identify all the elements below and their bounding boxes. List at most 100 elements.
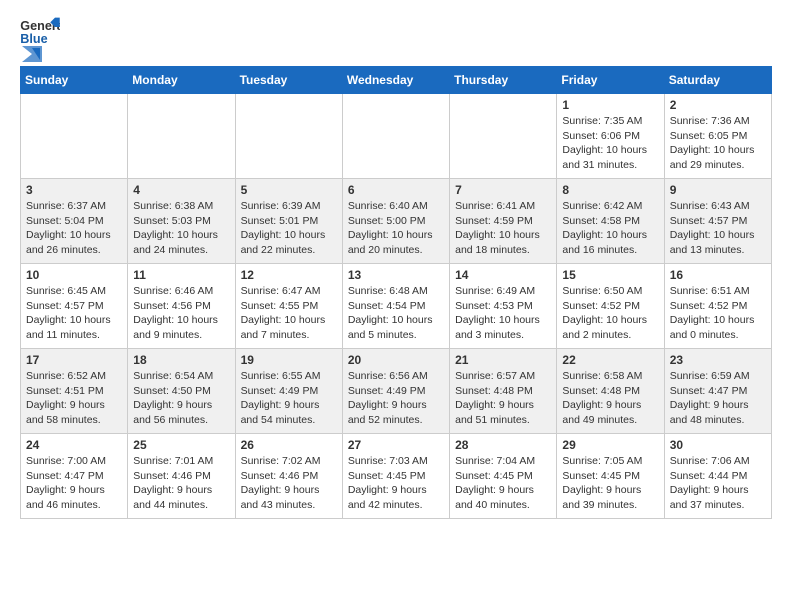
day-number: 4 bbox=[133, 183, 229, 197]
day-number: 15 bbox=[562, 268, 658, 282]
day-info: Sunrise: 6:58 AM Sunset: 4:48 PM Dayligh… bbox=[562, 369, 658, 428]
calendar-cell bbox=[21, 94, 128, 179]
calendar-cell: 25Sunrise: 7:01 AM Sunset: 4:46 PM Dayli… bbox=[128, 434, 235, 519]
day-number: 17 bbox=[26, 353, 122, 367]
day-number: 20 bbox=[348, 353, 444, 367]
page-header: General Blue bbox=[20, 16, 772, 58]
day-info: Sunrise: 7:04 AM Sunset: 4:45 PM Dayligh… bbox=[455, 454, 551, 513]
calendar-cell: 1 Sunrise: 7:35 AM Sunset: 6:06 PM Daylig… bbox=[557, 94, 664, 179]
day-number: 23 bbox=[670, 353, 766, 367]
day-info: Sunrise: 7:06 AM Sunset: 4:44 PM Dayligh… bbox=[670, 454, 766, 513]
calendar-cell: 30 Sunrise: 7:06 AM Sunset: 4:44 PM Dayli… bbox=[664, 434, 771, 519]
logo-icon: General Blue bbox=[20, 16, 60, 46]
day-info: Sunrise: 6:47 AM Sunset: 4:55 PM Dayligh… bbox=[241, 284, 337, 343]
day-info: Sunrise: 6:39 AM Sunset: 5:01 PM Dayligh… bbox=[241, 199, 337, 258]
day-number: 27 bbox=[348, 438, 444, 452]
calendar-cell: 28 Sunrise: 7:04 AM Sunset: 4:45 PM Dayli… bbox=[450, 434, 557, 519]
calendar-cell: 10 Sunrise: 6:45 AM Sunset: 4:57 PM Dayli… bbox=[21, 264, 128, 349]
day-info: Sunrise: 6:43 AM Sunset: 4:57 PM Dayligh… bbox=[670, 199, 766, 258]
calendar-cell bbox=[235, 94, 342, 179]
day-info: Sunrise: 7:35 AM Sunset: 6:06 PM Dayligh… bbox=[562, 114, 658, 173]
calendar-cell: 11 Sunrise: 6:46 AM Sunset: 4:56 PM Dayli… bbox=[128, 264, 235, 349]
calendar-cell: 5 Sunrise: 6:39 AM Sunset: 5:01 PM Daylig… bbox=[235, 179, 342, 264]
calendar-cell: 12 Sunrise: 6:47 AM Sunset: 4:55 PM Dayli… bbox=[235, 264, 342, 349]
calendar-cell: 13 Sunrise: 6:48 AM Sunset: 4:54 PM Dayli… bbox=[342, 264, 449, 349]
day-info: Sunrise: 6:52 AM Sunset: 4:51 PM Dayligh… bbox=[26, 369, 122, 428]
day-info: Sunrise: 6:55 AM Sunset: 4:49 PM Dayligh… bbox=[241, 369, 337, 428]
calendar-cell: 3 Sunrise: 6:37 AM Sunset: 5:04 PM Daylig… bbox=[21, 179, 128, 264]
day-number: 21 bbox=[455, 353, 551, 367]
day-info: Sunrise: 6:37 AM Sunset: 5:04 PM Dayligh… bbox=[26, 199, 122, 258]
day-number: 29 bbox=[562, 438, 658, 452]
day-info: Sunrise: 7:36 AM Sunset: 6:05 PM Dayligh… bbox=[670, 114, 766, 173]
day-number: 28 bbox=[455, 438, 551, 452]
calendar-cell: 8 Sunrise: 6:42 AM Sunset: 4:58 PM Daylig… bbox=[557, 179, 664, 264]
day-number: 1 bbox=[562, 98, 658, 112]
calendar-cell: 2 Sunrise: 7:36 AM Sunset: 6:05 PM Daylig… bbox=[664, 94, 771, 179]
day-info: Sunrise: 6:48 AM Sunset: 4:54 PM Dayligh… bbox=[348, 284, 444, 343]
day-header-friday: Friday bbox=[557, 67, 664, 94]
day-info: Sunrise: 6:46 AM Sunset: 4:56 PM Dayligh… bbox=[133, 284, 229, 343]
calendar-cell: 29 Sunrise: 7:05 AM Sunset: 4:45 PM Dayli… bbox=[557, 434, 664, 519]
day-info: Sunrise: 6:41 AM Sunset: 4:59 PM Dayligh… bbox=[455, 199, 551, 258]
day-number: 3 bbox=[26, 183, 122, 197]
calendar-cell: 14Sunrise: 6:49 AM Sunset: 4:53 PM Dayli… bbox=[450, 264, 557, 349]
logo: General Blue bbox=[20, 16, 60, 58]
day-info: Sunrise: 6:38 AM Sunset: 5:03 PM Dayligh… bbox=[133, 199, 229, 258]
calendar-cell: 20 Sunrise: 6:56 AM Sunset: 4:49 PM Dayli… bbox=[342, 349, 449, 434]
day-number: 18 bbox=[133, 353, 229, 367]
calendar-cell bbox=[128, 94, 235, 179]
calendar-cell: 7 Sunrise: 6:41 AM Sunset: 4:59 PM Daylig… bbox=[450, 179, 557, 264]
calendar-table: SundayMondayTuesdayWednesdayThursdayFrid… bbox=[20, 66, 772, 519]
logo-triangle-icon bbox=[22, 46, 42, 62]
day-info: Sunrise: 6:51 AM Sunset: 4:52 PM Dayligh… bbox=[670, 284, 766, 343]
day-number: 24 bbox=[26, 438, 122, 452]
day-header-wednesday: Wednesday bbox=[342, 67, 449, 94]
day-number: 13 bbox=[348, 268, 444, 282]
day-number: 7 bbox=[455, 183, 551, 197]
day-number: 30 bbox=[670, 438, 766, 452]
day-number: 12 bbox=[241, 268, 337, 282]
calendar-cell bbox=[450, 94, 557, 179]
calendar-cell: 16 Sunrise: 6:51 AM Sunset: 4:52 PM Dayli… bbox=[664, 264, 771, 349]
day-number: 19 bbox=[241, 353, 337, 367]
day-header-sunday: Sunday bbox=[21, 67, 128, 94]
calendar-cell: 27 Sunrise: 7:03 AM Sunset: 4:45 PM Dayli… bbox=[342, 434, 449, 519]
day-info: Sunrise: 7:05 AM Sunset: 4:45 PM Dayligh… bbox=[562, 454, 658, 513]
day-info: Sunrise: 6:45 AM Sunset: 4:57 PM Dayligh… bbox=[26, 284, 122, 343]
day-number: 10 bbox=[26, 268, 122, 282]
day-info: Sunrise: 7:01 AM Sunset: 4:46 PM Dayligh… bbox=[133, 454, 229, 513]
day-number: 9 bbox=[670, 183, 766, 197]
day-info: Sunrise: 6:40 AM Sunset: 5:00 PM Dayligh… bbox=[348, 199, 444, 258]
day-number: 11 bbox=[133, 268, 229, 282]
day-info: Sunrise: 7:03 AM Sunset: 4:45 PM Dayligh… bbox=[348, 454, 444, 513]
day-info: Sunrise: 7:02 AM Sunset: 4:46 PM Dayligh… bbox=[241, 454, 337, 513]
day-info: Sunrise: 6:56 AM Sunset: 4:49 PM Dayligh… bbox=[348, 369, 444, 428]
day-number: 26 bbox=[241, 438, 337, 452]
calendar-cell: 4 Sunrise: 6:38 AM Sunset: 5:03 PM Daylig… bbox=[128, 179, 235, 264]
day-info: Sunrise: 6:42 AM Sunset: 4:58 PM Dayligh… bbox=[562, 199, 658, 258]
day-number: 6 bbox=[348, 183, 444, 197]
day-number: 14 bbox=[455, 268, 551, 282]
day-number: 2 bbox=[670, 98, 766, 112]
calendar-cell: 6 Sunrise: 6:40 AM Sunset: 5:00 PM Daylig… bbox=[342, 179, 449, 264]
day-info: Sunrise: 6:57 AM Sunset: 4:48 PM Dayligh… bbox=[455, 369, 551, 428]
day-header-thursday: Thursday bbox=[450, 67, 557, 94]
day-info: Sunrise: 7:00 AM Sunset: 4:47 PM Dayligh… bbox=[26, 454, 122, 513]
calendar-cell: 22Sunrise: 6:58 AM Sunset: 4:48 PM Dayli… bbox=[557, 349, 664, 434]
calendar-cell: 19 Sunrise: 6:55 AM Sunset: 4:49 PM Dayli… bbox=[235, 349, 342, 434]
day-info: Sunrise: 6:50 AM Sunset: 4:52 PM Dayligh… bbox=[562, 284, 658, 343]
calendar-cell: 18 Sunrise: 6:54 AM Sunset: 4:50 PM Dayli… bbox=[128, 349, 235, 434]
calendar-cell: 21 Sunrise: 6:57 AM Sunset: 4:48 PM Dayli… bbox=[450, 349, 557, 434]
day-number: 8 bbox=[562, 183, 658, 197]
calendar-cell: 9 Sunrise: 6:43 AM Sunset: 4:57 PM Daylig… bbox=[664, 179, 771, 264]
day-header-saturday: Saturday bbox=[664, 67, 771, 94]
calendar-cell: 26 Sunrise: 7:02 AM Sunset: 4:46 PM Dayli… bbox=[235, 434, 342, 519]
day-number: 5 bbox=[241, 183, 337, 197]
svg-text:Blue: Blue bbox=[20, 32, 47, 46]
calendar-cell bbox=[342, 94, 449, 179]
day-number: 16 bbox=[670, 268, 766, 282]
calendar-cell: 24 Sunrise: 7:00 AM Sunset: 4:47 PM Dayli… bbox=[21, 434, 128, 519]
calendar-cell: 15 Sunrise: 6:50 AM Sunset: 4:52 PM Dayli… bbox=[557, 264, 664, 349]
day-info: Sunrise: 6:54 AM Sunset: 4:50 PM Dayligh… bbox=[133, 369, 229, 428]
